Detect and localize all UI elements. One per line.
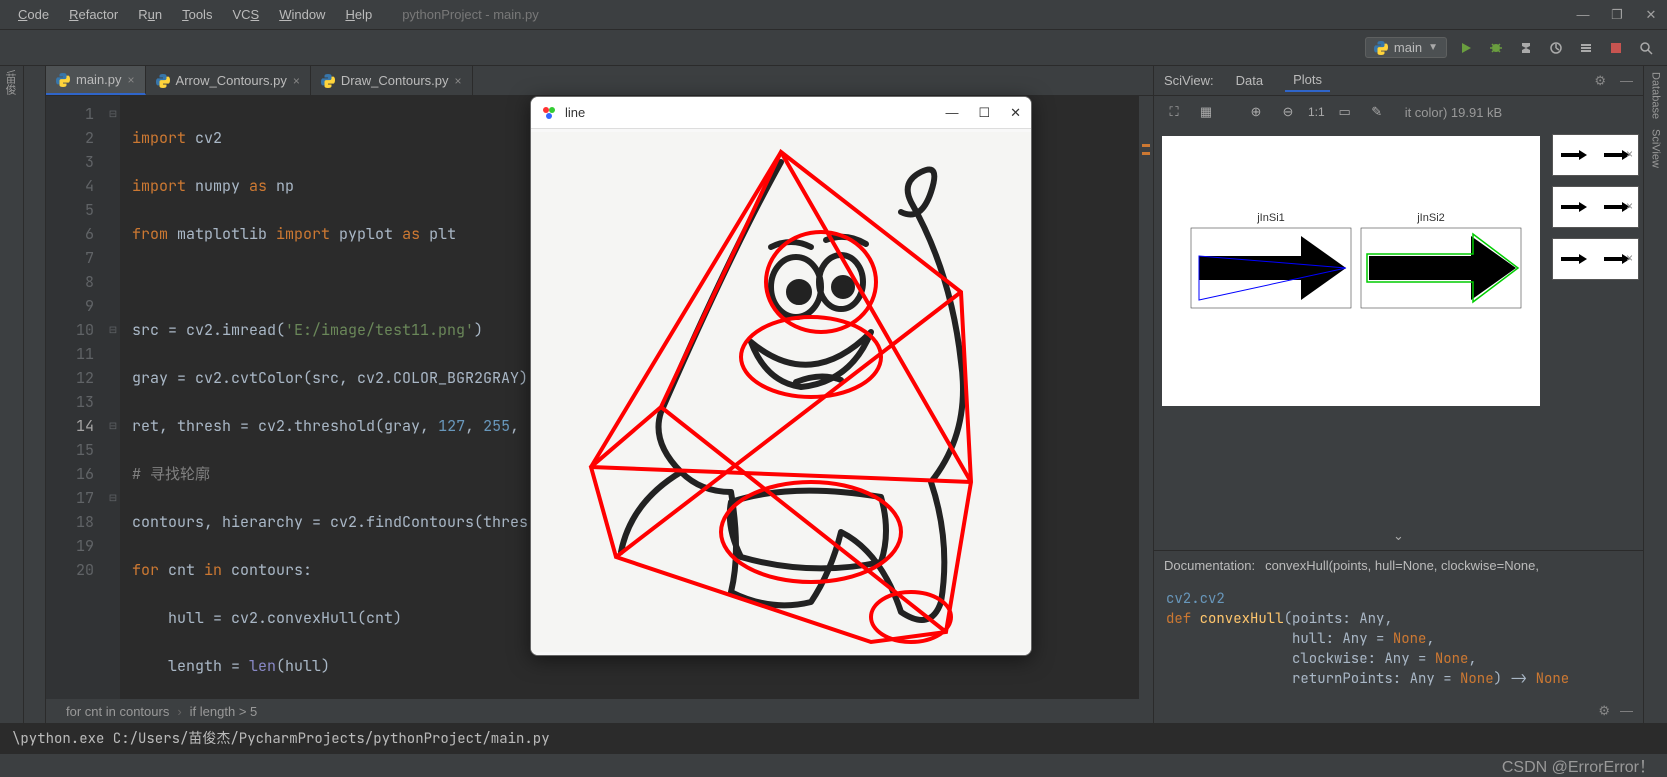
stop-button[interactable]: [1605, 37, 1627, 59]
run-button[interactable]: [1455, 37, 1477, 59]
menu-window[interactable]: Window: [269, 3, 335, 26]
sciview-toolbar: ⛶ ▦ ⊕ ⊖ 1:1 ▭ ✎ it color) 19.91 kB: [1154, 96, 1643, 128]
python-file-icon: [321, 74, 335, 88]
menu-code[interactable]: Code: [8, 3, 59, 26]
plot-thumbnail[interactable]: ×: [1552, 186, 1639, 228]
close-icon[interactable]: ✕: [1643, 7, 1659, 23]
cv-maximize-icon[interactable]: ☐: [978, 105, 990, 121]
minimize-icon[interactable]: —: [1575, 7, 1591, 23]
right-panel: SciView: Data Plots ⚙ — ⛶ ▦ ⊕ ⊖ 1:1 ▭ ✎ …: [1153, 66, 1643, 723]
plot-thumbnail[interactable]: ×: [1552, 134, 1639, 176]
thumb-close-icon[interactable]: ×: [1626, 199, 1640, 213]
zoom-in-icon[interactable]: ⊕: [1244, 100, 1268, 124]
sciview-header: SciView: Data Plots ⚙ —: [1154, 66, 1643, 96]
cv-window-title: line: [565, 105, 585, 120]
tab-label: Draw_Contours.py: [341, 73, 449, 88]
gear-icon[interactable]: ⚙: [1594, 73, 1606, 89]
opencv-window[interactable]: line — ☐ ✕: [530, 96, 1032, 656]
ratio-label[interactable]: 1:1: [1308, 100, 1325, 124]
tab-label: main.py: [76, 72, 122, 87]
line-numbers: 1234567891011121314151617181920: [46, 96, 106, 699]
sidebar-sciview[interactable]: SciView: [1650, 129, 1662, 168]
plot-thumbnails: × × ×: [1548, 128, 1643, 522]
menubar: Code Refactor Run Tools VCS Window Help …: [0, 0, 1667, 30]
toolbar: main ▼: [0, 30, 1667, 66]
terminal[interactable]: \python.exe C:/Users/苗俊杰/PycharmProjects…: [0, 723, 1667, 753]
menu-tools[interactable]: Tools: [172, 3, 222, 26]
left-gutter: \苗俊: [0, 66, 24, 723]
tab-close-icon[interactable]: ×: [293, 74, 300, 88]
search-button[interactable]: [1635, 37, 1657, 59]
thumb-close-icon[interactable]: ×: [1626, 147, 1640, 161]
editor-scroll-marks[interactable]: [1139, 96, 1153, 699]
menu-vcs[interactable]: VCS: [222, 3, 269, 26]
doc-signature: convexHull(points, hull=None, clockwise=…: [1265, 558, 1539, 573]
plot-canvas: jInSi1 jInSi2: [1162, 136, 1540, 406]
color-picker-icon[interactable]: ✎: [1365, 100, 1389, 124]
doc-body: cv2.cv2 def convexHull(points: Any, hull…: [1154, 579, 1643, 699]
file-tree-label: \苗俊: [0, 66, 20, 99]
run-config-dropdown[interactable]: main ▼: [1365, 37, 1447, 58]
attach-button[interactable]: [1575, 37, 1597, 59]
plot-title-1: jInSi1: [1256, 212, 1285, 224]
plot-thumbnail[interactable]: ×: [1552, 238, 1639, 280]
expand-thumbnails[interactable]: ⌄: [1154, 522, 1643, 550]
plot-title-2: jInSi2: [1416, 212, 1445, 224]
hide-doc-icon[interactable]: —: [1620, 703, 1633, 719]
profile-button[interactable]: [1545, 37, 1567, 59]
menu-run[interactable]: Run: [128, 3, 172, 26]
tab-arrow-contours[interactable]: Arrow_Contours.py ×: [146, 66, 311, 95]
tab-main-py[interactable]: main.py ×: [46, 66, 146, 95]
statusbar: CSDN @ErrorError！: [0, 753, 1667, 775]
thumb-close-icon[interactable]: ×: [1626, 251, 1640, 265]
menu-refactor[interactable]: Refactor: [59, 3, 128, 26]
plot-area: jInSi1 jInSi2: [1154, 128, 1643, 522]
breadcrumb-item[interactable]: if length > 5: [190, 704, 258, 719]
watermark: CSDN @ErrorError！: [1502, 753, 1655, 777]
fit-icon[interactable]: ⛶: [1162, 100, 1186, 124]
cv-image: [531, 129, 1031, 655]
export-icon[interactable]: ▭: [1333, 100, 1357, 124]
sciview-tab-data[interactable]: Data: [1228, 70, 1271, 91]
maximize-icon[interactable]: ❐: [1609, 7, 1625, 23]
debug-button[interactable]: [1485, 37, 1507, 59]
tab-close-icon[interactable]: ×: [455, 74, 462, 88]
coverage-button[interactable]: [1515, 37, 1537, 59]
hide-panel-icon[interactable]: —: [1620, 73, 1633, 88]
cv-close-icon[interactable]: ✕: [1010, 105, 1021, 121]
gear-icon[interactable]: ⚙: [1598, 703, 1610, 719]
cv-minimize-icon[interactable]: —: [945, 105, 958, 121]
plot-info: it color) 19.91 kB: [1405, 105, 1503, 120]
documentation-panel: Documentation: convexHull(points, hull=N…: [1154, 550, 1643, 723]
sidebar-database[interactable]: Database: [1650, 72, 1662, 119]
zoom-out-icon[interactable]: ⊖: [1276, 100, 1300, 124]
breadcrumb-item[interactable]: for cnt in contours: [66, 704, 169, 719]
terminal-output: \python.exe C:/Users/苗俊杰/PycharmProjects…: [12, 728, 550, 748]
grid-icon[interactable]: ▦: [1194, 100, 1218, 124]
tab-bar: main.py × Arrow_Contours.py × Draw_Conto…: [46, 66, 1153, 96]
opencv-icon: [541, 105, 557, 121]
tab-draw-contours[interactable]: Draw_Contours.py ×: [311, 66, 473, 95]
menu-help[interactable]: Help: [335, 3, 382, 26]
right-sidebar: Database SciView: [1643, 66, 1667, 723]
breadcrumb[interactable]: for cnt in contours › if length > 5: [46, 699, 1153, 723]
sciview-label: SciView:: [1164, 73, 1214, 88]
breadcrumb-separator: ›: [177, 704, 181, 719]
run-config-label: main: [1394, 40, 1422, 55]
python-file-icon: [156, 74, 170, 88]
project-title: pythonProject - main.py: [402, 7, 539, 22]
plot-main[interactable]: jInSi1 jInSi2: [1154, 128, 1548, 522]
python-icon: [1374, 41, 1388, 55]
chevron-down-icon: ▼: [1428, 42, 1438, 53]
tab-label: Arrow_Contours.py: [176, 73, 287, 88]
fold-gutter[interactable]: ⊟⊟⊟⊟: [106, 96, 120, 699]
cv-titlebar[interactable]: line — ☐ ✕: [531, 97, 1031, 129]
left-toolbar[interactable]: [24, 66, 46, 723]
tab-close-icon[interactable]: ×: [128, 73, 135, 87]
doc-label: Documentation:: [1164, 558, 1255, 573]
python-file-icon: [56, 73, 70, 87]
sciview-tab-plots[interactable]: Plots: [1285, 69, 1330, 92]
